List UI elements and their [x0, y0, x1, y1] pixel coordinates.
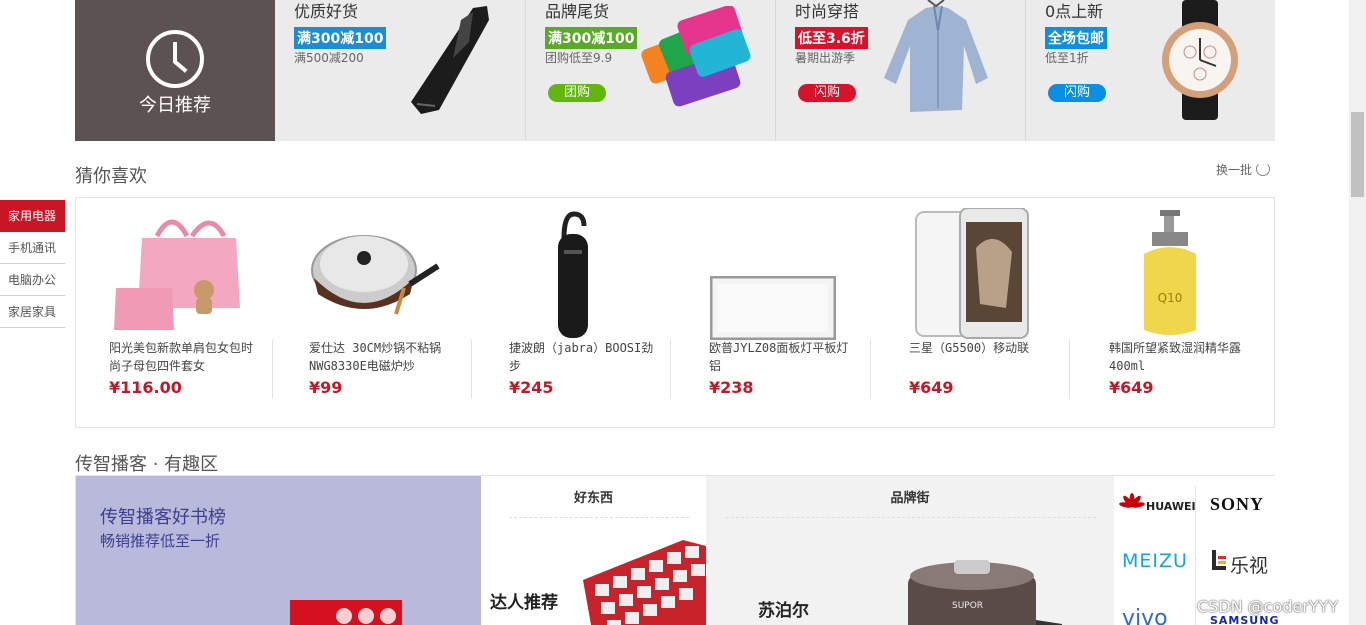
brand-name: 苏泊尔	[758, 601, 809, 621]
letv-mark-icon	[1212, 550, 1226, 570]
book-box-image	[290, 600, 402, 625]
svg-text:SUPOR: SUPOR	[952, 601, 983, 611]
product-name[interactable]: 欧普JYLZ08面板灯平板灯铝	[709, 339, 859, 375]
good-things-column[interactable]: 好东西 达人推荐	[481, 476, 706, 625]
brand-label: vivo	[1122, 606, 1168, 625]
vertical-scrollbar[interactable]	[1349, 0, 1366, 625]
dashed-divider	[726, 517, 1096, 518]
rice-cooker-image: SUPOR	[908, 560, 1062, 625]
fun-zone-title: 传智播客 · 有趣区	[75, 454, 219, 475]
flash-buy-button[interactable]: 闪购	[798, 84, 856, 102]
promo-card[interactable]: 优质好货 满300减100 满500减200	[275, 0, 525, 141]
promo-title: 品牌尾货	[545, 2, 610, 21]
product-price: ¥649	[909, 378, 954, 397]
towels-image[interactable]	[638, 6, 753, 110]
brand-street-column[interactable]: 品牌街 苏泊尔 SUPOR	[706, 476, 1114, 625]
shirt-image[interactable]	[882, 0, 992, 116]
wok-image[interactable]	[306, 228, 441, 318]
brand-label: SONY	[1210, 494, 1265, 514]
brand-logo-huawei[interactable]: HUAWEI	[1114, 490, 1196, 540]
divider	[272, 339, 273, 399]
refresh-icon	[1256, 162, 1271, 176]
smartphone-image[interactable]	[914, 208, 1032, 340]
product-card[interactable]: 欧普JYLZ08面板灯平板灯铝 ¥238	[676, 198, 876, 427]
vacuum-image[interactable]	[403, 2, 493, 117]
good-things-title: 好东西	[573, 491, 613, 506]
product-name[interactable]: 阳光美包新款单肩包女包时尚子母包四件套女	[109, 339, 259, 375]
today-recommend-title: 今日推荐	[139, 95, 211, 116]
promo-card[interactable]: 0点上新 全场包邮 低至1折 闪购	[1025, 0, 1275, 141]
book-ranking-subtitle: 畅销推荐低至一折	[100, 532, 221, 550]
book-ranking-title: 传智播客好书榜	[100, 507, 226, 528]
product-card[interactable]: Q10 韩国所望紧致湿润精华露400ml ¥649	[1076, 198, 1276, 427]
promo-tag: 满300减100	[294, 27, 387, 49]
product-card[interactable]: 三星（G5500）移动联 ¥649	[876, 198, 1076, 427]
product-price: ¥649	[1109, 378, 1154, 397]
sidenav-item-furniture[interactable]: 家居家具	[0, 296, 65, 328]
promo-tag: 全场包邮	[1045, 27, 1107, 49]
group-buy-button[interactable]: 团购	[548, 84, 606, 102]
product-price: ¥116.00	[109, 378, 182, 397]
brand-logo-meizu[interactable]: MEIZU	[1114, 548, 1195, 598]
product-name[interactable]: 捷波朗（jabra）BOOSI劲步	[509, 339, 659, 375]
promo-subtitle: 满500减200	[294, 51, 364, 65]
product-name[interactable]: 韩国所望紧致湿润精华露400ml	[1109, 339, 1259, 375]
brand-label: MEIZU	[1122, 550, 1188, 572]
divider	[1069, 339, 1070, 399]
promo-card[interactable]: 品牌尾货 满300减100 团购低至9.9 团购	[525, 0, 775, 141]
scrollbar-thumb[interactable]	[1351, 112, 1364, 197]
sidenav-item-phones[interactable]: 手机通讯	[0, 232, 65, 264]
fun-zone-panel: 传智播客好书榜 畅销推荐低至一折 好东西 达人推荐 品牌街 苏泊尔 SUPOR …	[75, 475, 1278, 625]
brand-logo-sony[interactable]: SONY	[1196, 490, 1277, 540]
product-card[interactable]: 阳光美包新款单肩包女包时尚子母包四件套女 ¥116.00	[76, 198, 276, 427]
brand-label: HUAWEI	[1146, 500, 1196, 513]
product-card[interactable]: 捷波朗（jabra）BOOSI劲步 ¥245	[476, 198, 676, 427]
book-ranking-banner[interactable]: 传智播客好书榜 畅销推荐低至一折	[76, 476, 481, 625]
page: 今日推荐 优质好货 满300减100 满500减200 品牌尾货 满300减10…	[0, 0, 1366, 625]
refresh-label: 换一批	[1216, 163, 1253, 177]
sidenav-item-computers[interactable]: 电脑办公	[0, 264, 65, 296]
bluetooth-headset-image[interactable]	[552, 210, 596, 340]
today-recommend-bar: 今日推荐 优质好货 满300减100 满500减200 品牌尾货 满300减10…	[75, 0, 1275, 141]
side-category-nav: 家用电器 手机通讯 电脑办公 家居家具	[0, 200, 65, 328]
dashed-divider	[509, 517, 689, 518]
panel-light-image[interactable]	[710, 276, 836, 340]
divider	[670, 339, 671, 399]
flash-buy-button[interactable]: 闪购	[1048, 84, 1106, 102]
promo-title: 0点上新	[1045, 2, 1104, 21]
divider	[471, 339, 472, 399]
promo-title: 时尚穿搭	[795, 2, 860, 21]
watermark: CSDN @coderYYY	[1197, 597, 1339, 616]
mechanical-keyboard-image	[583, 540, 706, 625]
sidenav-item-appliances[interactable]: 家用电器	[0, 200, 65, 232]
product-price: ¥245	[509, 378, 554, 397]
brand-logo-vivo[interactable]: vivo	[1114, 604, 1195, 625]
promo-tag: 满300减100	[545, 27, 638, 49]
talent-recommend-label: 达人推荐	[490, 593, 558, 613]
promo-subtitle: 暑期出游季	[795, 51, 856, 65]
handbag-image[interactable]	[112, 208, 242, 333]
brand-label: 乐视	[1230, 555, 1269, 577]
product-card[interactable]: 爱仕达 30CM炒锅不粘锅NWG8330E电磁炉炒 ¥99	[276, 198, 476, 427]
clock-icon	[146, 30, 204, 88]
product-name[interactable]: 三星（G5500）移动联	[909, 339, 1059, 357]
product-price: ¥99	[309, 378, 343, 397]
promo-subtitle: 团购低至9.9	[545, 51, 613, 65]
watch-image[interactable]	[1154, 0, 1244, 120]
guess-you-like-panel: 阳光美包新款单肩包女包时尚子母包四件套女 ¥116.00 爱仕达 30CM炒锅不…	[75, 197, 1275, 428]
today-recommend-header: 今日推荐	[75, 0, 275, 141]
refresh-button[interactable]: 换一批	[1216, 161, 1271, 178]
guess-you-like-title: 猜你喜欢	[75, 166, 147, 187]
svg-text:Q10: Q10	[1158, 291, 1183, 305]
product-name[interactable]: 爱仕达 30CM炒锅不粘锅NWG8330E电磁炉炒	[309, 339, 459, 375]
promo-title: 优质好货	[294, 2, 359, 21]
lotion-bottle-image[interactable]: Q10	[1138, 210, 1202, 340]
promo-tag: 低至3.6折	[795, 27, 868, 49]
product-price: ¥238	[709, 378, 754, 397]
brand-street-title: 品牌街	[890, 491, 930, 506]
promo-subtitle: 低至1折	[1045, 51, 1089, 65]
brand-logo-letv[interactable]: 乐视	[1196, 548, 1277, 598]
promo-card[interactable]: 时尚穿搭 低至3.6折 暑期出游季 闪购	[775, 0, 1025, 141]
divider	[870, 339, 871, 399]
